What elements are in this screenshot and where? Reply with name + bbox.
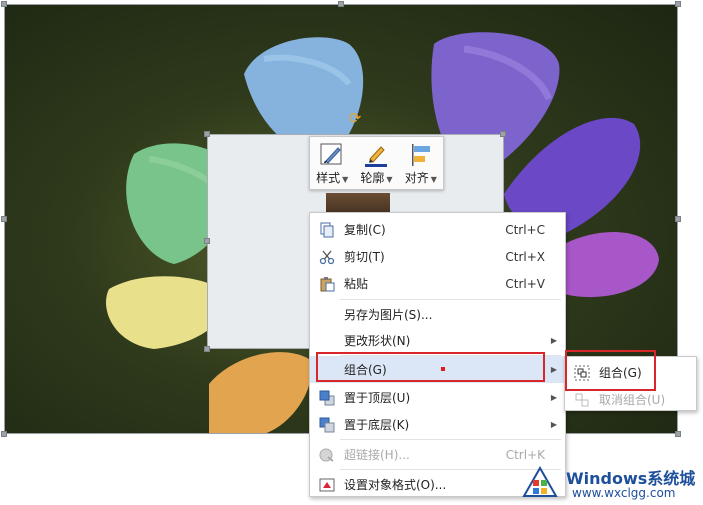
scissors-icon <box>319 250 335 264</box>
ungroup-icon <box>575 393 589 406</box>
chevron-down-icon: ▼ <box>342 174 349 184</box>
style-brush-icon <box>320 143 342 164</box>
menu-item-shortcut: Ctrl+K <box>505 447 545 462</box>
menu-item-label: 设置对象格式(O)... <box>344 478 447 492</box>
format-object-icon <box>319 478 335 491</box>
menu-item-paste[interactable]: 粘贴 Ctrl+V <box>310 270 565 297</box>
menu-item-cut[interactable]: 剪切(T) Ctrl+X <box>310 243 565 270</box>
submenu-arrow-icon: ▶ <box>550 365 557 374</box>
menu-separator <box>340 439 561 440</box>
outline-pencil-icon <box>365 145 388 167</box>
resize-handle-top-right[interactable] <box>675 1 681 7</box>
annotation-box-submenu-group <box>565 350 656 391</box>
menu-item-copy[interactable]: 复制(C) Ctrl+C <box>310 216 565 243</box>
menu-item-change-shape[interactable]: 更改形状(N) ▶ <box>310 327 565 354</box>
annotation-dot <box>441 367 445 371</box>
shape-handle-top-left[interactable] <box>204 131 210 137</box>
mini-toolbar: 样式 ▼ 轮廓 ▼ 对齐 ▼ <box>309 136 444 190</box>
resize-handle-top-middle[interactable] <box>338 1 344 7</box>
rotate-handle-icon[interactable]: ⟳ <box>347 110 363 126</box>
menu-item-label: 置于底层(K) <box>344 418 410 432</box>
menu-item-save-as-picture[interactable]: 另存为图片(S)... <box>310 301 565 328</box>
shape-handle-top-right[interactable] <box>500 131 506 137</box>
resize-handle-bottom-left[interactable] <box>1 431 7 437</box>
menu-item-label: 置于顶层(U) <box>344 391 411 405</box>
copy-icon <box>320 222 334 237</box>
send-to-back-icon <box>319 417 335 432</box>
outline-button[interactable]: 轮廓 ▼ <box>356 141 396 186</box>
menu-item-label: 粘贴 <box>344 277 369 291</box>
paste-icon <box>320 276 335 291</box>
menu-item-label: 复制(C) <box>344 223 386 237</box>
menu-item-label: 另存为图片(S)... <box>344 308 433 322</box>
style-label: 样式 <box>316 170 341 185</box>
menu-item-label: 剪切(T) <box>344 250 385 264</box>
menu-item-label: 超链接(H)... <box>344 448 410 462</box>
watermark: Windows系统城 www.wxclgg.com <box>520 462 702 504</box>
watermark-url: www.wxclgg.com <box>572 486 676 500</box>
align-icon <box>411 143 430 166</box>
menu-item-send-to-back[interactable]: 置于底层(K) ▶ <box>310 411 565 438</box>
resize-handle-middle-right[interactable] <box>675 216 681 222</box>
menu-item-shortcut: Ctrl+V <box>505 276 545 291</box>
resize-handle-middle-left[interactable] <box>1 216 7 222</box>
watermark-logo-icon <box>522 466 558 497</box>
align-button[interactable]: 对齐 ▼ <box>401 141 441 186</box>
submenu-arrow-icon: ▶ <box>550 420 557 429</box>
outline-label: 轮廓 <box>360 170 385 185</box>
resize-handle-bottom-right[interactable] <box>675 431 681 437</box>
resize-handle-top-left[interactable] <box>1 1 7 7</box>
menu-item-bring-to-front[interactable]: 置于顶层(U) ▶ <box>310 384 565 411</box>
submenu-arrow-icon: ▶ <box>550 336 557 345</box>
submenu-arrow-icon: ▶ <box>550 393 557 402</box>
menu-separator <box>340 299 561 300</box>
shape-handle-bottom-left[interactable] <box>204 346 210 352</box>
annotation-box-group <box>316 352 545 382</box>
bring-to-front-icon <box>319 390 335 405</box>
chevron-down-icon: ▼ <box>386 174 393 184</box>
chevron-down-icon: ▼ <box>430 174 437 184</box>
menu-item-label: 取消组合(U) <box>599 393 666 407</box>
menu-item-shortcut: Ctrl+C <box>505 222 545 237</box>
menu-item-label: 更改形状(N) <box>344 334 411 348</box>
hyperlink-icon <box>319 448 334 462</box>
style-button[interactable]: 样式 ▼ <box>312 141 352 186</box>
menu-item-shortcut: Ctrl+X <box>505 249 545 264</box>
align-label: 对齐 <box>404 170 429 185</box>
shape-handle-middle-left[interactable] <box>204 238 210 244</box>
